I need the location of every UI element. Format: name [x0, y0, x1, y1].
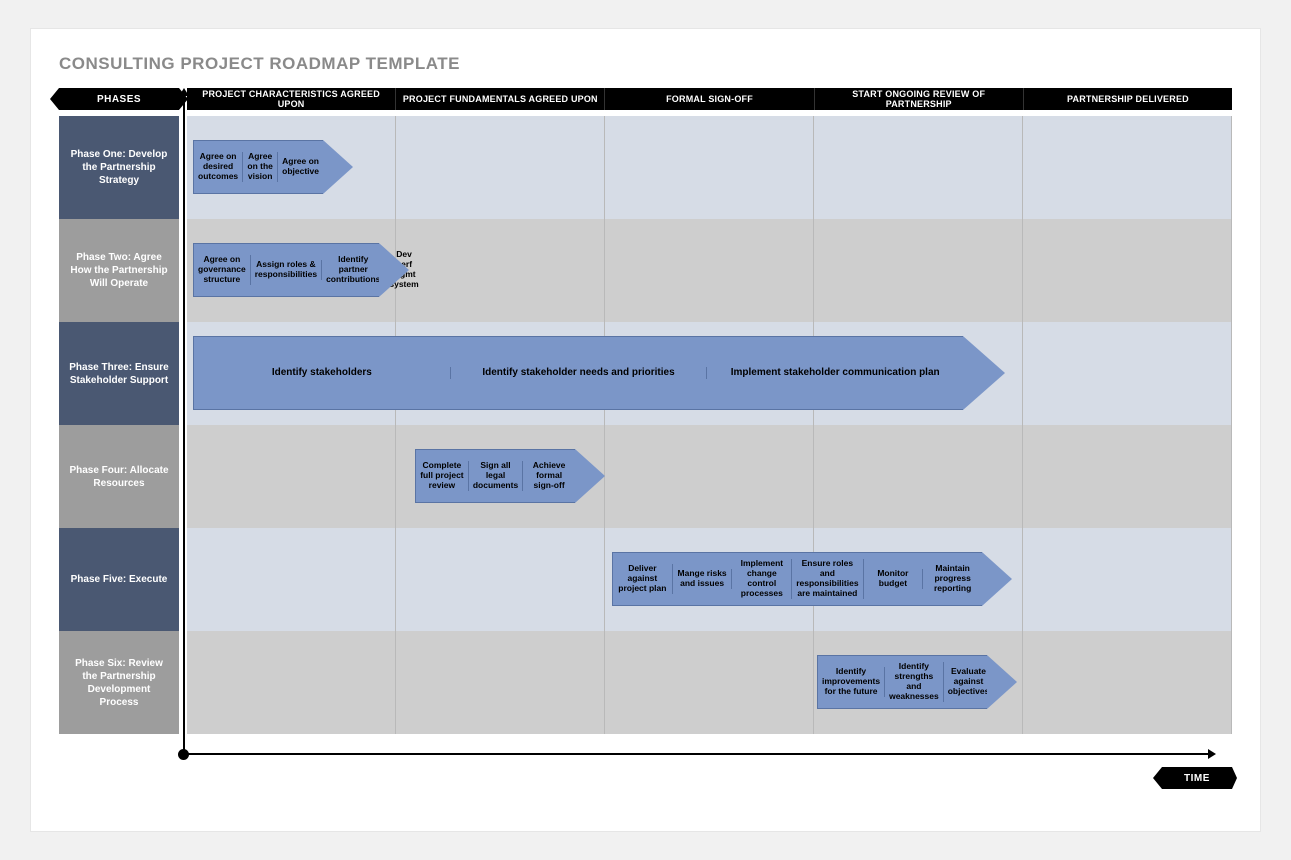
arrow-head-icon — [575, 449, 605, 503]
x-axis — [179, 753, 1210, 755]
task-arrow: Identify stakeholdersIdentify stakeholde… — [193, 336, 1005, 410]
swimlane-grid: Agree on desired outcomesAgree on the vi… — [187, 116, 1232, 734]
task-arrow: Complete full project reviewSign all leg… — [415, 449, 605, 503]
task-arrow: Agree on desired outcomesAgree on the vi… — [193, 140, 353, 194]
phase-row: Phase Four: Allocate Resources — [59, 425, 179, 528]
task-segment: Assign roles & responsibilities — [251, 260, 322, 280]
arrow-head-icon — [987, 655, 1017, 709]
task-segment: Mange risks and issues — [673, 569, 733, 589]
column-header: START ONGOING REVIEW OF PARTNERSHIP — [815, 88, 1024, 110]
arrow-head-icon — [379, 243, 409, 297]
column-header: PROJECT CHARACTERISTICS AGREED UPON — [187, 88, 396, 110]
grid-cell — [187, 425, 396, 528]
grid-cell — [1023, 219, 1232, 322]
column-header: FORMAL SIGN-OFF — [605, 88, 814, 110]
swimlane-row: Complete full project reviewSign all leg… — [187, 425, 1232, 528]
task-segment: Identify stakeholders — [194, 367, 451, 379]
phase-row: Phase Two: Agree How the Partnership Wil… — [59, 219, 179, 322]
task-segment: Identify strengths and weaknesses — [885, 662, 944, 701]
task-segment: Agree on objective — [278, 157, 323, 177]
arrow-head-icon — [323, 140, 353, 194]
task-segment: Complete full project review — [416, 461, 469, 490]
task-segment: Identify stakeholder needs and prioritie… — [451, 367, 708, 379]
task-segment: Ensure roles and responsibilities are ma… — [792, 559, 863, 598]
task-segment: Implement change control processes — [732, 559, 792, 598]
task-segment: Achieve formal sign-off — [523, 461, 575, 490]
phase-row: Phase Three: Ensure Stakeholder Support — [59, 322, 179, 425]
column-headers: PROJECT CHARACTERISTICS AGREED UPONPROJE… — [187, 88, 1232, 110]
page-title: CONSULTING PROJECT ROADMAP TEMPLATE — [59, 54, 1232, 74]
task-segment: Maintain progress reporting — [923, 564, 982, 593]
grid-cell — [187, 528, 396, 631]
phase-row: Phase Six: Review the Partnership Develo… — [59, 631, 179, 734]
swimlane-row: Agree on governance structureAssign role… — [187, 219, 1232, 322]
swimlane-row: Identify improvements for the futureIden… — [187, 631, 1232, 734]
grid-cell — [396, 528, 605, 631]
task-segment: Monitor budget — [864, 569, 924, 589]
phase-row: Phase One: Develop the Partnership Strat… — [59, 116, 179, 219]
grid-cell — [1023, 322, 1232, 425]
grid-cell — [1023, 425, 1232, 528]
task-segment: Agree on desired outcomes — [194, 152, 243, 181]
task-segment: Identify improvements for the future — [818, 667, 885, 696]
grid-cell — [605, 631, 814, 734]
arrow-head-icon — [982, 552, 1012, 606]
grid-cell — [605, 425, 814, 528]
roadmap-board: PHASES PROJECT CHARACTERISTICS AGREED UP… — [59, 88, 1232, 798]
task-arrow: Agree on governance structureAssign role… — [193, 243, 409, 297]
axis-badge-time: TIME — [1162, 767, 1232, 789]
column-header: PARTNERSHIP DELIVERED — [1024, 88, 1232, 110]
grid-cell — [1023, 116, 1232, 219]
task-segment: Sign all legal documents — [469, 461, 523, 490]
phase-row: Phase Five: Execute — [59, 528, 179, 631]
document-page: CONSULTING PROJECT ROADMAP TEMPLATE PHAS… — [30, 28, 1261, 832]
grid-cell — [187, 631, 396, 734]
y-axis — [183, 94, 185, 757]
task-segment: Implement stakeholder communication plan — [707, 367, 963, 379]
task-segment: Agree on governance structure — [194, 255, 251, 284]
task-segment: Identify partner contributions — [322, 255, 385, 284]
grid-cell — [814, 219, 1023, 322]
grid-cell — [605, 219, 814, 322]
axis-badge-phases: PHASES — [59, 88, 179, 110]
task-arrow: Deliver against project planMange risks … — [612, 552, 1012, 606]
phase-sidebar: Phase One: Develop the Partnership Strat… — [59, 116, 179, 734]
task-arrow: Identify improvements for the futureIden… — [817, 655, 1017, 709]
swimlane-row: Agree on desired outcomesAgree on the vi… — [187, 116, 1232, 219]
arrow-head-icon — [963, 336, 1005, 410]
grid-cell — [1023, 631, 1232, 734]
task-segment: Agree on the vision — [243, 152, 278, 181]
grid-cell — [396, 219, 605, 322]
column-header: PROJECT FUNDAMENTALS AGREED UPON — [396, 88, 605, 110]
task-segment: Deliver against project plan — [613, 564, 673, 593]
swimlane-row: Identify stakeholdersIdentify stakeholde… — [187, 322, 1232, 425]
grid-cell — [396, 631, 605, 734]
task-segment: Evaluate against objectives — [944, 667, 994, 696]
grid-cell — [605, 116, 814, 219]
grid-cell — [1023, 528, 1232, 631]
grid-cell — [814, 116, 1023, 219]
grid-cell — [814, 425, 1023, 528]
swimlane-row: Deliver against project planMange risks … — [187, 528, 1232, 631]
axis-origin — [178, 749, 189, 760]
grid-cell — [396, 116, 605, 219]
